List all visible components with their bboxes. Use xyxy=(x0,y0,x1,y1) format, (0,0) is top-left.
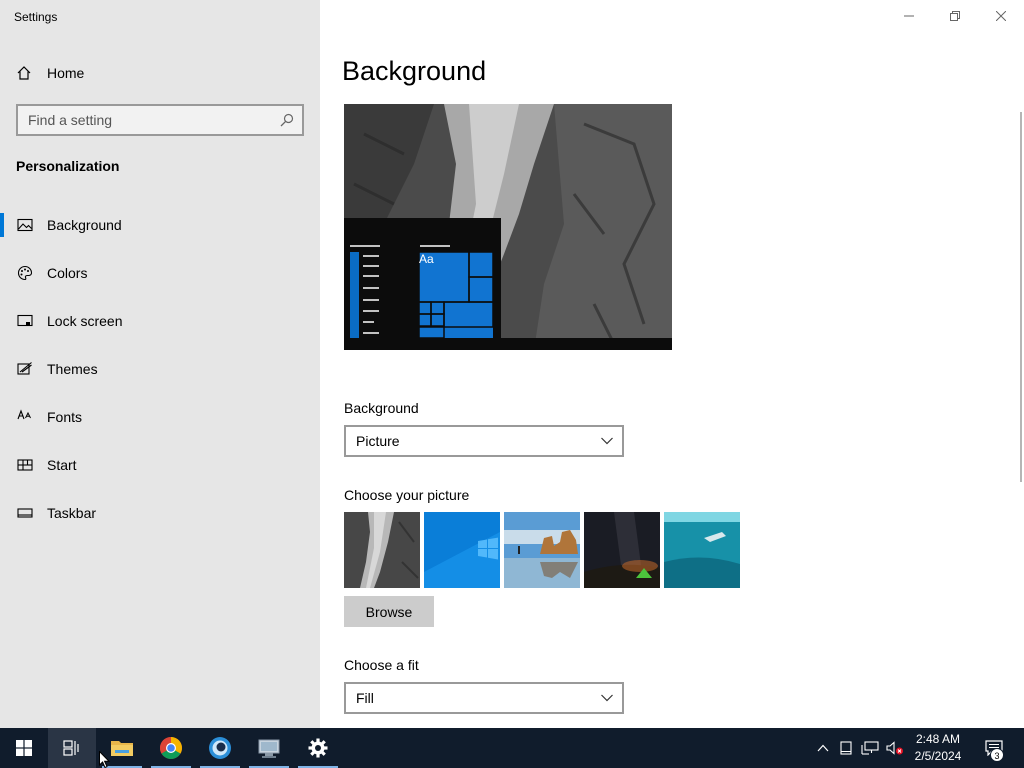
scrollbar[interactable] xyxy=(1020,112,1022,482)
show-hidden-icons-button[interactable] xyxy=(813,728,833,768)
minimize-icon xyxy=(904,15,914,17)
chevron-down-icon xyxy=(601,694,613,702)
sidebar-item-themes[interactable]: Themes xyxy=(0,345,320,393)
preview-tile-label: Aa xyxy=(419,252,434,266)
tablet-icon xyxy=(840,741,852,755)
mouse-cursor-icon xyxy=(99,751,111,768)
restore-icon xyxy=(950,11,960,21)
background-type-dropdown[interactable]: Picture xyxy=(344,425,624,457)
window-controls xyxy=(886,0,1024,32)
network-icon xyxy=(861,741,879,755)
close-button[interactable] xyxy=(978,0,1024,32)
page-title: Background xyxy=(342,56,487,86)
sidebar-item-label: Colors xyxy=(47,265,88,281)
blue-circle-app-button[interactable] xyxy=(196,728,244,768)
taskbar-clock[interactable]: 2:48 AM 2/5/2024 xyxy=(905,731,971,765)
start-button[interactable] xyxy=(0,728,48,768)
chevron-down-icon xyxy=(601,437,613,445)
lock-screen-icon xyxy=(17,313,33,329)
taskbar: 2:48 AM 2/5/2024 xyxy=(0,728,1024,768)
settings-button[interactable] xyxy=(294,728,342,768)
sidebar-item-start[interactable]: Start xyxy=(0,441,320,489)
search-input[interactable] xyxy=(28,112,268,128)
fit-value: Fill xyxy=(356,690,374,706)
section-title: Personalization xyxy=(16,158,120,174)
sidebar-item-label: Themes xyxy=(47,361,98,377)
sidebar-item-fonts[interactable]: Fonts xyxy=(0,393,320,441)
task-view-button[interactable] xyxy=(48,728,96,768)
thumbnail-night-sky[interactable] xyxy=(584,512,660,588)
sidebar-item-taskbar[interactable]: Taskbar xyxy=(0,489,320,537)
search-box[interactable] xyxy=(16,104,304,136)
preview-start-menu: Aa xyxy=(344,218,501,350)
remote-desktop-button[interactable] xyxy=(245,728,293,768)
themes-icon xyxy=(17,361,33,377)
picture-thumbnails xyxy=(344,512,740,588)
chevron-up-icon xyxy=(817,744,829,752)
sidebar-item-label: Lock screen xyxy=(47,313,123,329)
remote-desktop-icon xyxy=(258,739,280,758)
thumbnail-windows-blue[interactable] xyxy=(424,512,500,588)
background-label: Background xyxy=(344,400,419,416)
task-view-icon xyxy=(63,740,79,756)
sidebar-item-label: Taskbar xyxy=(47,505,97,521)
sidebar: Settings Home Personalization Background… xyxy=(0,0,320,728)
palette-icon xyxy=(17,265,33,281)
clock-time: 2:48 AM xyxy=(915,732,961,746)
fonts-icon xyxy=(17,409,33,425)
notification-count-badge: 3 xyxy=(990,748,1004,762)
sidebar-item-lock-screen[interactable]: Lock screen xyxy=(0,297,320,345)
home-link[interactable]: Home xyxy=(16,62,84,84)
sidebar-nav: Background Colors Lock screen Themes Fon… xyxy=(0,201,320,537)
tablet-tray-button[interactable] xyxy=(836,728,856,768)
app-title: Settings xyxy=(14,10,58,24)
sidebar-item-label: Background xyxy=(47,217,122,233)
gear-icon xyxy=(308,738,328,758)
search-icon[interactable] xyxy=(280,113,294,127)
sidebar-item-label: Start xyxy=(47,457,77,473)
restore-button[interactable] xyxy=(932,0,978,32)
thumbnail-beach-rocks[interactable] xyxy=(504,512,580,588)
fit-dropdown[interactable]: Fill xyxy=(344,682,624,714)
preview-taskbar xyxy=(344,338,672,350)
thumbnail-underwater[interactable] xyxy=(664,512,740,588)
chrome-icon xyxy=(160,737,182,759)
volume-tray-button[interactable] xyxy=(884,728,906,768)
sidebar-item-background[interactable]: Background xyxy=(0,201,320,249)
background-preview: Aa xyxy=(344,104,672,350)
blue-circle-app-icon xyxy=(209,737,231,759)
network-tray-button[interactable] xyxy=(859,728,881,768)
minimize-button[interactable] xyxy=(886,0,932,32)
home-label: Home xyxy=(47,65,85,81)
windows-logo-icon xyxy=(16,740,32,756)
clock-date: 2/5/2024 xyxy=(914,749,962,763)
home-icon xyxy=(17,66,31,80)
taskbar-icon xyxy=(17,505,33,521)
sidebar-item-colors[interactable]: Colors xyxy=(0,249,320,297)
sidebar-item-label: Fonts xyxy=(47,409,83,425)
background-type-value: Picture xyxy=(356,433,400,449)
start-icon xyxy=(17,457,33,473)
close-icon xyxy=(996,11,1006,21)
browse-button[interactable]: Browse xyxy=(344,596,434,627)
chrome-button[interactable] xyxy=(147,728,195,768)
choose-picture-label: Choose your picture xyxy=(344,487,470,503)
main-panel: Background Aa Background Picture Choose … xyxy=(320,0,1024,728)
volume-muted-icon xyxy=(886,741,903,755)
picture-icon xyxy=(17,217,33,233)
folder-icon xyxy=(111,741,133,756)
thumbnail-rock-face[interactable] xyxy=(344,512,420,588)
choose-fit-label: Choose a fit xyxy=(344,657,419,673)
